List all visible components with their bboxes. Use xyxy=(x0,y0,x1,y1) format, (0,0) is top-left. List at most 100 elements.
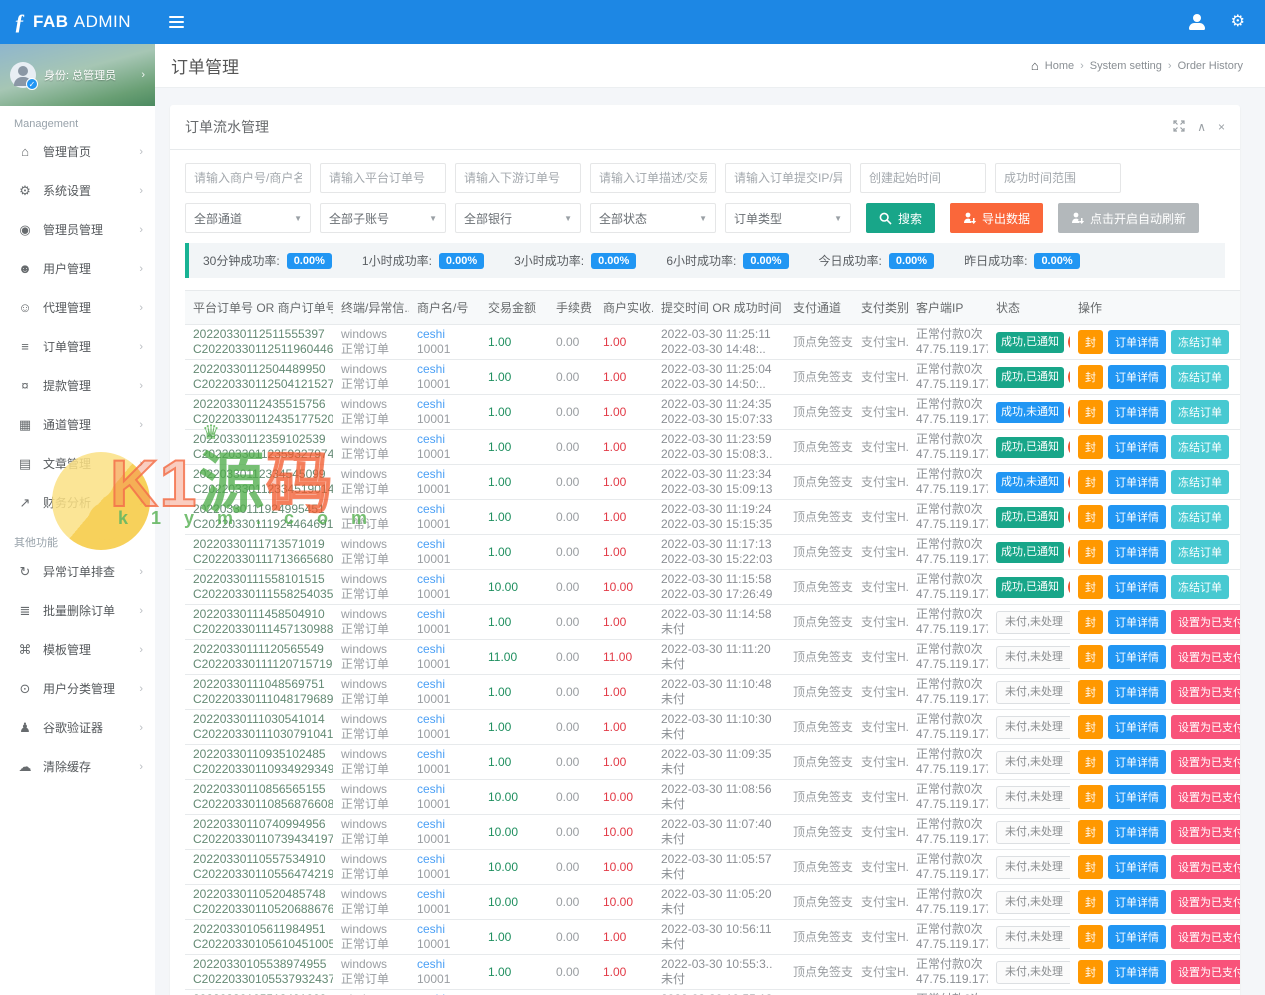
order-detail-button[interactable]: 订单详情 xyxy=(1108,890,1166,914)
gear-icon[interactable]: ⚙ xyxy=(1231,14,1245,30)
order-detail-button[interactable]: 订单详情 xyxy=(1108,365,1166,389)
merchant-name-link[interactable]: ceshi xyxy=(417,432,472,447)
bank-select[interactable]: 全部银行 ▼ xyxy=(455,203,581,233)
sidebar-item-template-manage[interactable]: ⌘ 模板管理 › xyxy=(0,630,155,669)
sidebar-item-batch-delete-order[interactable]: ≣ 批量删除订单 › xyxy=(0,591,155,630)
seal-button[interactable]: 封 xyxy=(1078,365,1103,389)
merchant-name-link[interactable]: ceshi xyxy=(417,397,472,412)
ip-input[interactable] xyxy=(725,163,851,193)
seal-button[interactable]: 封 xyxy=(1078,645,1103,669)
order-detail-button[interactable]: 订单详情 xyxy=(1108,400,1166,424)
set-paid-button[interactable]: 设置为已支付 xyxy=(1171,785,1240,809)
freeze-order-button[interactable]: 冻结订单 xyxy=(1171,365,1229,389)
merchant-name-link[interactable]: ceshi xyxy=(417,677,472,692)
order-detail-button[interactable]: 订单详情 xyxy=(1108,470,1166,494)
channel-select[interactable]: 全部通道 ▼ xyxy=(185,203,311,233)
merchant-name-link[interactable]: ceshi xyxy=(417,537,472,552)
order-type-select[interactable]: 订单类型 ▼ xyxy=(725,203,851,233)
freeze-order-button[interactable]: 冻结订单 xyxy=(1171,330,1229,354)
merchant-name-link[interactable]: ceshi xyxy=(417,957,472,972)
patch-notify-button[interactable]: 补 xyxy=(1068,577,1070,597)
seal-button[interactable]: 封 xyxy=(1078,435,1103,459)
merchant-name-link[interactable]: ceshi xyxy=(417,642,472,657)
collapse-icon[interactable]: ∧ xyxy=(1197,121,1206,133)
sidebar-item-user-category-manage[interactable]: ⊙ 用户分类管理 › xyxy=(0,669,155,708)
patch-notify-button[interactable]: 补 xyxy=(1068,402,1070,422)
seal-button[interactable]: 封 xyxy=(1078,750,1103,774)
merchant-name-link[interactable]: ceshi xyxy=(417,852,472,867)
set-paid-button[interactable]: 设置为已支付 xyxy=(1171,645,1240,669)
seal-button[interactable]: 封 xyxy=(1078,540,1103,564)
breadcrumb-system-setting[interactable]: System setting xyxy=(1090,60,1162,72)
order-detail-button[interactable]: 订单详情 xyxy=(1108,505,1166,529)
order-detail-button[interactable]: 订单详情 xyxy=(1108,540,1166,564)
order-detail-button[interactable]: 订单详情 xyxy=(1108,680,1166,704)
sidebar-item-google-authenticator[interactable]: ♟ 谷歌验证器 › xyxy=(0,708,155,747)
order-detail-button[interactable]: 订单详情 xyxy=(1108,715,1166,739)
order-detail-button[interactable]: 订单详情 xyxy=(1108,330,1166,354)
seal-button[interactable]: 封 xyxy=(1078,890,1103,914)
seal-button[interactable]: 封 xyxy=(1078,785,1103,809)
order-detail-button[interactable]: 订单详情 xyxy=(1108,785,1166,809)
patch-notify-button[interactable]: 补 xyxy=(1068,472,1070,492)
set-paid-button[interactable]: 设置为已支付 xyxy=(1171,890,1240,914)
seal-button[interactable]: 封 xyxy=(1078,960,1103,984)
merchant-name-link[interactable]: ceshi xyxy=(417,922,472,937)
desc-amount-input[interactable] xyxy=(590,163,716,193)
freeze-order-button[interactable]: 冻结订单 xyxy=(1171,400,1229,424)
set-paid-button[interactable]: 设置为已支付 xyxy=(1171,855,1240,879)
sidebar-item-article-manage[interactable]: ▤ 文章管理 › xyxy=(0,444,155,483)
freeze-order-button[interactable]: 冻结订单 xyxy=(1171,505,1229,529)
seal-button[interactable]: 封 xyxy=(1078,820,1103,844)
expand-icon[interactable] xyxy=(1173,120,1185,134)
user-icon[interactable] xyxy=(1188,14,1205,30)
freeze-order-button[interactable]: 冻结订单 xyxy=(1171,470,1229,494)
sidebar-item-system-settings[interactable]: ⚙ 系统设置 › xyxy=(0,171,155,210)
subaccount-select[interactable]: 全部子账号 ▼ xyxy=(320,203,446,233)
patch-notify-button[interactable]: 补 xyxy=(1068,367,1070,387)
merchant-name-link[interactable]: ceshi xyxy=(417,607,472,622)
order-detail-button[interactable]: 订单详情 xyxy=(1108,575,1166,599)
merchant-name-link[interactable]: ceshi xyxy=(417,817,472,832)
seal-button[interactable]: 封 xyxy=(1078,925,1103,949)
seal-button[interactable]: 封 xyxy=(1078,610,1103,634)
sidebar-toggle-icon[interactable] xyxy=(169,16,184,28)
seal-button[interactable]: 封 xyxy=(1078,330,1103,354)
downstream-order-input[interactable] xyxy=(455,163,581,193)
freeze-order-button[interactable]: 冻结订单 xyxy=(1171,435,1229,459)
status-select[interactable]: 全部状态 ▼ xyxy=(590,203,716,233)
merchant-input[interactable] xyxy=(185,163,311,193)
success-time-input[interactable] xyxy=(995,163,1121,193)
seal-button[interactable]: 封 xyxy=(1078,680,1103,704)
merchant-name-link[interactable]: ceshi xyxy=(417,467,472,482)
seal-button[interactable]: 封 xyxy=(1078,715,1103,739)
set-paid-button[interactable]: 设置为已支付 xyxy=(1171,610,1240,634)
patch-notify-button[interactable]: 补 xyxy=(1068,332,1070,352)
merchant-name-link[interactable]: ceshi xyxy=(417,712,472,727)
set-paid-button[interactable]: 设置为已支付 xyxy=(1171,680,1240,704)
order-detail-button[interactable]: 订单详情 xyxy=(1108,855,1166,879)
sidebar-item-channel-manage[interactable]: ▦ 通道管理 › xyxy=(0,405,155,444)
sidebar-user-panel[interactable]: ✓ 身份: 总管理员 › xyxy=(0,44,155,106)
sidebar-item-abnormal-order-check[interactable]: ↻ 异常订单排查 › xyxy=(0,552,155,591)
merchant-name-link[interactable]: ceshi xyxy=(417,572,472,587)
merchant-name-link[interactable]: ceshi xyxy=(417,327,472,342)
seal-button[interactable]: 封 xyxy=(1078,855,1103,879)
search-button[interactable]: 搜索 xyxy=(866,203,936,233)
set-paid-button[interactable]: 设置为已支付 xyxy=(1171,960,1240,984)
merchant-name-link[interactable]: ceshi xyxy=(417,362,472,377)
seal-button[interactable]: 封 xyxy=(1078,400,1103,424)
sidebar-item-home[interactable]: ⌂ 管理首页 › xyxy=(0,132,155,171)
sidebar-item-admin-manage[interactable]: ◉ 管理员管理 › xyxy=(0,210,155,249)
sidebar-item-user-manage[interactable]: ☻ 用户管理 › xyxy=(0,249,155,288)
sidebar-item-finance-analysis[interactable]: ↗ 财务分析 › xyxy=(0,483,155,522)
merchant-name-link[interactable]: ceshi xyxy=(417,887,472,902)
set-paid-button[interactable]: 设置为已支付 xyxy=(1171,750,1240,774)
set-paid-button[interactable]: 设置为已支付 xyxy=(1171,820,1240,844)
order-detail-button[interactable]: 订单详情 xyxy=(1108,645,1166,669)
order-detail-button[interactable]: 订单详情 xyxy=(1108,960,1166,984)
freeze-order-button[interactable]: 冻结订单 xyxy=(1171,540,1229,564)
order-detail-button[interactable]: 订单详情 xyxy=(1108,820,1166,844)
freeze-order-button[interactable]: 冻结订单 xyxy=(1171,575,1229,599)
seal-button[interactable]: 封 xyxy=(1078,505,1103,529)
